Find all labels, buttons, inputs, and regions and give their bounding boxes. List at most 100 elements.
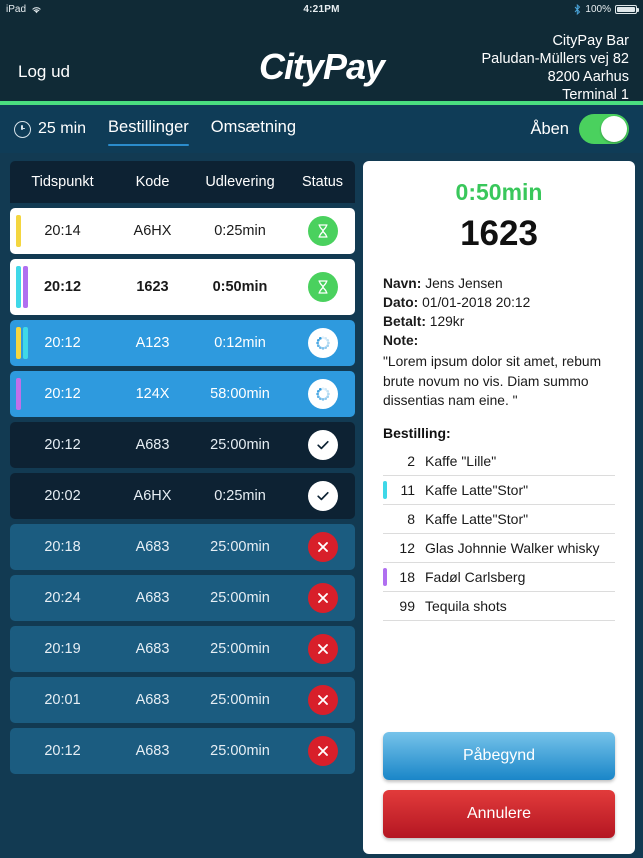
clock-icon: [14, 120, 31, 138]
detail-order-list: 2 Kaffe "Lille" 11 Kaffe Latte"Stor" 8 Kaffe …: [383, 447, 615, 621]
detail-name-value: Jens Jensen: [425, 276, 503, 291]
open-status-control: Åben: [530, 114, 629, 144]
table-row[interactable]: 20:12 A123 0:12min: [10, 320, 355, 366]
item-quantity: 18: [399, 568, 415, 585]
list-item: 12 Glas Johnnie Walker whisky: [383, 534, 615, 563]
detail-note-value: "Lorem ipsum dolor sit amet, rebum brute…: [383, 354, 602, 408]
detail-order-code: 1623: [460, 214, 538, 253]
table-row[interactable]: 20:01 A683 25:00min: [10, 677, 355, 723]
item-name: Glas Johnnie Walker whisky: [425, 539, 600, 556]
orders-table-header: Tidspunkt Kode Udlevering Status: [10, 161, 355, 203]
item-quantity: 8: [407, 510, 415, 527]
session-timer: 25 min: [14, 120, 86, 138]
item-quantity: 12: [399, 539, 415, 556]
row-code: A123: [135, 335, 170, 351]
app-header: Log ud CityPay CityPay Bar Paludan-Mülle…: [0, 18, 643, 105]
column-header-kode: Kode: [135, 174, 170, 190]
row-time: 20:24: [44, 590, 81, 606]
row-time: 20:01: [44, 692, 81, 708]
item-quantity: 2: [407, 452, 415, 469]
bluetooth-icon: [575, 3, 581, 15]
row-status-cell: [290, 481, 355, 511]
orders-table: Tidspunkt Kode Udlevering Status 20:14 A6…: [10, 161, 355, 854]
status-hourglass-icon: [307, 216, 338, 246]
row-color-markers: [16, 215, 21, 247]
venue-line-4: Terminal 1: [562, 87, 629, 103]
row-status-cell: [290, 532, 355, 562]
row-delivery: 25:00min: [210, 743, 270, 759]
row-delivery: 0:25min: [214, 488, 266, 504]
list-item: 11 Kaffe Latte"Stor": [383, 476, 615, 505]
row-code: A683: [135, 692, 170, 708]
status-bar-clock: 4:21PM: [303, 3, 340, 15]
column-header-tidspunkt: Tidspunkt: [31, 174, 94, 190]
item-name: Kaffe Latte"Stor": [425, 510, 529, 527]
app-root: iPad 4:21PM 100% Log ud CityPay CityPay …: [0, 0, 643, 858]
status-check-icon: [307, 430, 338, 460]
row-delivery: 25:00min: [210, 437, 270, 453]
status-bar-right: 100%: [574, 3, 639, 15]
row-color-marker: [16, 266, 21, 308]
table-row[interactable]: 20:19 A683 25:00min: [10, 626, 355, 672]
row-color-marker: [16, 327, 21, 359]
battery-icon: [615, 4, 639, 14]
row-code: A6HX: [133, 488, 172, 504]
detail-name-row: Navn: Jens Jensen: [383, 274, 615, 293]
status-cancel-icon: [307, 634, 338, 664]
start-order-button[interactable]: Påbegynd: [383, 732, 615, 780]
nav-tabs: Bestillinger Omsætning: [108, 118, 296, 146]
detail-meta: Navn: Jens Jensen Dato: 01/01-2018 20:12…: [383, 274, 615, 411]
row-code: A683: [135, 743, 170, 759]
table-row[interactable]: 20:12 A683 25:00min: [10, 422, 355, 468]
table-row[interactable]: 20:12 124X 58:00min: [10, 371, 355, 417]
row-time: 20:18: [44, 539, 81, 555]
item-quantity: 11: [400, 481, 415, 498]
row-delivery: 0:12min: [214, 335, 266, 351]
item-color-marker: [383, 480, 387, 499]
table-row[interactable]: 20:12 1623 0:50min: [10, 259, 355, 315]
row-time: 20:12: [44, 743, 81, 759]
detail-date-row: Dato: 01/01-2018 20:12: [383, 293, 615, 312]
item-name: Tequila shots: [425, 597, 507, 614]
table-row[interactable]: 20:24 A683 25:00min: [10, 575, 355, 621]
column-header-udlevering: Udlevering: [205, 174, 275, 190]
row-time: 20:14: [44, 223, 81, 239]
status-cancel-icon: [307, 532, 338, 562]
detail-paid-value: 129kr: [429, 314, 465, 329]
venue-line-3: 8200 Aarhus: [547, 69, 629, 85]
row-delivery: 0:50min: [212, 279, 268, 295]
cancel-order-button[interactable]: Annulere: [383, 790, 615, 838]
table-row[interactable]: 20:18 A683 25:00min: [10, 524, 355, 570]
battery-percent-label: 100%: [585, 3, 611, 15]
row-code: A683: [135, 590, 170, 606]
table-row[interactable]: 20:12 A683 25:00min: [10, 728, 355, 774]
open-status-toggle[interactable]: [579, 114, 629, 144]
status-spinner-icon: [307, 328, 338, 358]
tab-bestillinger[interactable]: Bestillinger: [108, 118, 189, 146]
row-time: 20:12: [44, 386, 81, 402]
row-status-cell: [290, 272, 355, 302]
row-status-cell: [290, 685, 355, 715]
detail-note-row: Note:: [383, 331, 615, 350]
row-code: A683: [135, 539, 170, 555]
row-code: A6HX: [133, 223, 172, 239]
table-row[interactable]: 20:14 A6HX 0:25min: [10, 208, 355, 254]
detail-order-title: Bestilling:: [383, 424, 451, 441]
list-item: 99 Tequila shots: [383, 592, 615, 621]
detail-paid-row: Betalt: 129kr: [383, 312, 615, 331]
row-status-cell: [290, 379, 355, 409]
row-code: A683: [135, 437, 170, 453]
row-color-marker: [16, 378, 21, 410]
item-color-marker: [383, 567, 387, 586]
row-status-cell: [290, 634, 355, 664]
row-code: 124X: [135, 386, 170, 402]
table-row[interactable]: 20:02 A6HX 0:25min: [10, 473, 355, 519]
status-check-icon: [307, 481, 338, 511]
tab-omsaetning[interactable]: Omsætning: [211, 118, 296, 140]
detail-date-value: 01/01-2018 20:12: [422, 295, 531, 310]
row-delivery: 25:00min: [210, 692, 270, 708]
list-item: 18 Fadøl Carlsberg: [383, 563, 615, 592]
row-delivery: 25:00min: [210, 641, 270, 657]
item-quantity: 99: [399, 597, 415, 614]
row-delivery: 58:00min: [210, 386, 270, 402]
